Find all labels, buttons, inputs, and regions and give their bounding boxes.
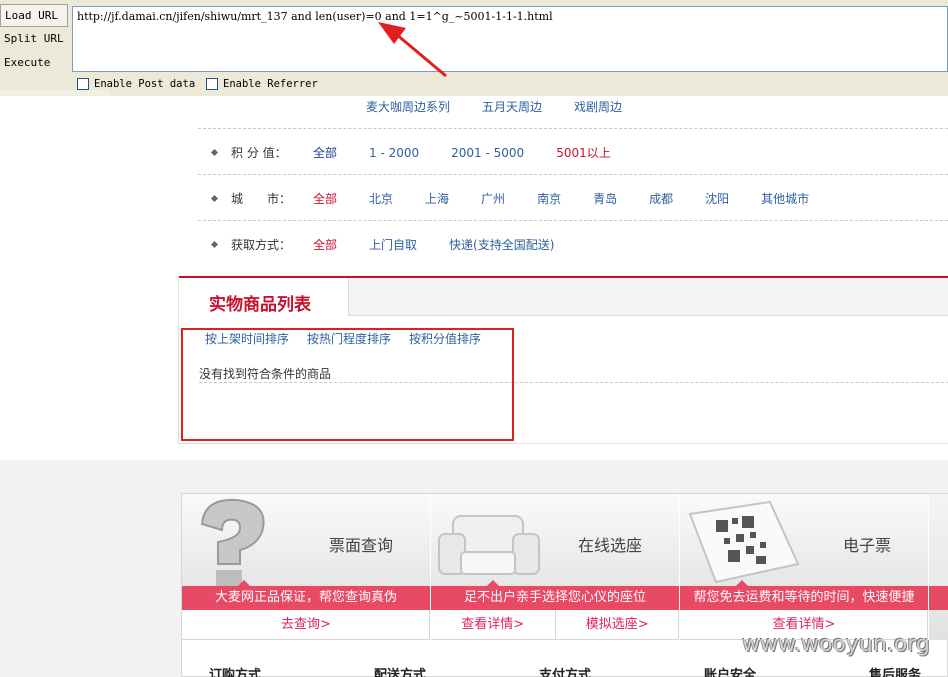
filter-row-method: 获取方式： 全部 上门自取 快递(支持全国配送) [210,236,554,253]
filter-option[interactable]: 其他城市 [761,190,809,207]
tab-physical-products[interactable]: 实物商品列表 [179,278,349,316]
service-description: 大麦网正品保证，帮您查询真伪 [182,586,430,610]
filter-option[interactable]: 成都 [649,190,673,207]
watermark: www.wooyun.org [742,632,930,657]
filter-option[interactable]: 1 - 2000 [369,146,419,160]
divider [198,128,948,129]
service-links: 查看详情> 模拟选座> [431,610,679,640]
filter-row-city: 城 市： 全部 北京 上海 广州 南京 青岛 成都 沈阳 其他城市 [210,190,809,207]
tab-bar [349,278,948,316]
footer-nav: 订购方式 配送方式 支付方式 账户安全 售后服务 [209,664,948,677]
footer-nav-item[interactable]: 支付方式 [539,664,704,677]
filter-option[interactable]: 青岛 [593,190,617,207]
filter-row-points: 积 分 值： 全部 1 - 2000 2001 - 5000 5001以上 [210,144,611,161]
filter-option[interactable]: 上门自取 [369,236,417,253]
service-seat-selection: 在线选座 足不出户亲手选择您心仪的座位 查看详情> 模拟选座> [431,494,679,640]
execute-button[interactable]: Execute [0,52,68,75]
footer-nav-item[interactable]: 售后服务 [869,664,948,677]
service-e-ticket: 电子票 帮您免去运费和等待的时间，快速便捷 查看详情> [680,494,928,640]
enable-referrer-checkbox[interactable]: Enable Referrer [206,77,318,91]
enable-post-data-checkbox[interactable]: Enable Post data [77,77,195,91]
hackbar-toolbar: Load URL Split URL Execute http://jf.dam… [0,0,948,96]
filter-option-selected[interactable]: 全部 [313,190,337,207]
filter-option[interactable]: 上海 [425,190,449,207]
bullet-icon [210,194,219,203]
category-tag[interactable]: 五月天周边 [482,98,542,115]
bullet-icon [210,240,219,249]
go-check-link[interactable]: 去查询> [182,610,430,639]
simulate-seat-link[interactable]: 模拟选座> [554,610,680,639]
filter-option[interactable]: 沈阳 [705,190,729,207]
service-title: 票面查询 [328,536,393,555]
view-details-link[interactable]: 查看详情> [431,610,555,639]
filter-option-all[interactable]: 全部 [313,144,337,161]
service-description: 足不出户亲手选择您心仪的座位 [431,586,679,610]
annotation-highlight-box [181,328,514,441]
url-textarea[interactable]: http://jf.damai.cn/jifen/shiwu/mrt_137 a… [72,6,948,72]
service-partial-bar [929,586,948,610]
service-title: 在线选座 [577,536,642,555]
filter-option[interactable]: 广州 [481,190,505,207]
split-url-button[interactable]: Split URL [0,28,68,51]
checkbox-box[interactable] [206,78,218,90]
filter-label: 城 市： [231,192,292,206]
category-tag[interactable]: 麦大咖周边系列 [366,98,450,115]
toolbar-strip [0,90,110,96]
filter-option[interactable]: 南京 [537,190,561,207]
category-tag[interactable]: 戏剧周边 [574,98,622,115]
filter-option[interactable]: 2001 - 5000 [451,146,524,160]
service-partial-card [929,494,948,640]
filter-option-selected[interactable]: 5001以上 [556,144,611,161]
category-tag-row: 麦大咖周边系列 五月天周边 戏剧周边 [366,98,622,115]
filter-label: 获取方式： [231,238,292,252]
divider [198,174,948,175]
filter-panel: 麦大咖周边系列 五月天周边 戏剧周边 积 分 值： 全部 1 - 2000 20… [178,96,948,266]
service-ticket-check: 票面查询 大麦网正品保证，帮您查询真伪 去查询> [182,494,430,640]
filter-option[interactable]: 快递(支持全国配送) [449,236,554,253]
checkbox-box[interactable] [77,78,89,90]
footer-nav-item[interactable]: 配送方式 [374,664,539,677]
footer-nav-item[interactable]: 账户安全 [704,664,869,677]
filter-option-selected[interactable]: 全部 [313,236,337,253]
enable-post-data-label: Enable Post data [94,78,196,90]
divider [198,220,948,221]
load-url-button[interactable]: Load URL [0,4,68,27]
filter-option[interactable]: 北京 [369,190,393,207]
service-title: 电子票 [842,536,891,555]
bullet-icon [210,148,219,157]
filter-label: 积 分 值： [231,146,287,160]
list-title: 实物商品列表 [209,295,311,315]
enable-referrer-label: Enable Referrer [223,78,318,90]
footer-nav-item[interactable]: 订购方式 [209,664,374,677]
service-links: 去查询> [182,610,430,640]
service-description: 帮您免去运费和等待的时间，快速便捷 [680,586,928,610]
